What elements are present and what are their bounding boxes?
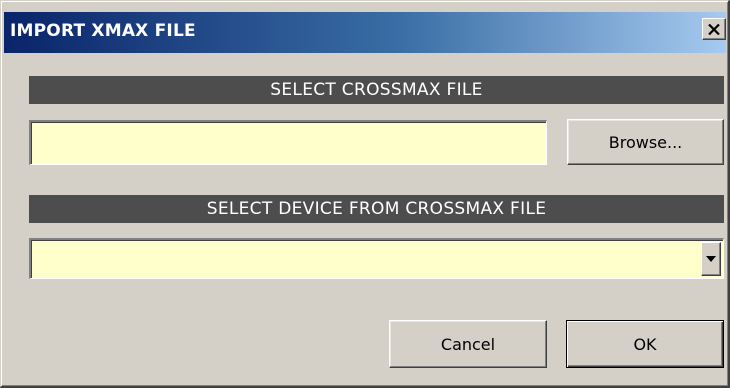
chevron-down-icon xyxy=(706,256,716,262)
crossmax-file-path-input[interactable] xyxy=(29,120,547,165)
select-device-header: SELECT DEVICE FROM CROSSMAX FILE xyxy=(29,195,724,223)
ok-button[interactable]: OK xyxy=(566,320,724,368)
cancel-button[interactable]: Cancel xyxy=(389,320,547,368)
close-x-icon xyxy=(708,23,720,35)
title-bar[interactable]: IMPORT XMAX FILE xyxy=(4,12,726,53)
import-xmax-dialog: IMPORT XMAX FILE SELECT CROSSMAX FILE Br… xyxy=(0,0,730,388)
device-select-dropdown[interactable] xyxy=(29,238,724,279)
select-crossmax-file-header: SELECT CROSSMAX FILE xyxy=(29,76,724,104)
dropdown-arrow-button[interactable] xyxy=(701,242,721,276)
window-title: IMPORT XMAX FILE xyxy=(10,21,196,41)
close-button[interactable] xyxy=(702,18,726,40)
browse-button[interactable]: Browse... xyxy=(567,119,724,165)
